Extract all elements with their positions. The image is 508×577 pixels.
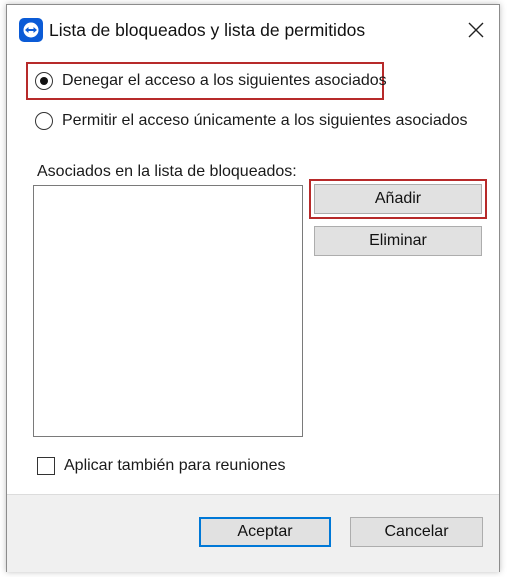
radio-allow-access[interactable]: Permitir el acceso únicamente a los sigu… — [35, 109, 468, 133]
close-button[interactable] — [453, 5, 499, 55]
teamviewer-icon — [19, 18, 43, 42]
radio-button[interactable] — [35, 112, 53, 130]
title-bar: Lista de bloqueados y lista de permitido… — [7, 5, 499, 55]
window-title: Lista de bloqueados y lista de permitido… — [49, 20, 366, 40]
accept-button[interactable]: Aceptar — [199, 517, 331, 547]
radio-allow-label: Permitir el acceso únicamente a los sigu… — [62, 112, 468, 129]
meetings-checkbox-row[interactable]: Aplicar también para reuniones — [37, 455, 285, 477]
close-icon — [468, 22, 484, 38]
dialog-footer: Aceptar Cancelar — [7, 494, 499, 572]
meetings-checkbox-label: Aplicar también para reuniones — [64, 457, 286, 474]
partners-list-label: Asociados en la lista de bloqueados: — [37, 163, 297, 180]
partners-listbox[interactable] — [33, 185, 303, 437]
add-button[interactable]: Añadir — [314, 184, 482, 214]
radio-deny-label: Denegar el acceso a los siguientes asoci… — [62, 72, 387, 89]
radio-deny-access[interactable]: Denegar el acceso a los siguientes asoci… — [35, 69, 387, 93]
radio-button-selected[interactable] — [35, 72, 53, 90]
cancel-button[interactable]: Cancelar — [350, 517, 483, 547]
dialog-window: Lista de bloqueados y lista de permitido… — [6, 4, 500, 572]
remove-button[interactable]: Eliminar — [314, 226, 482, 256]
meetings-checkbox[interactable] — [37, 457, 55, 475]
